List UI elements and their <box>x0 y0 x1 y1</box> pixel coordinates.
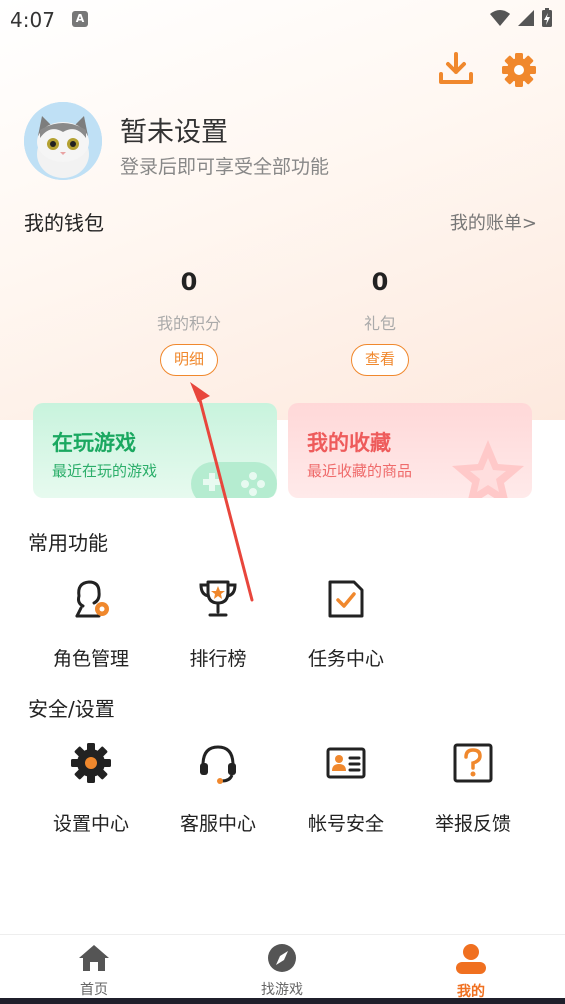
profile-name[interactable]: 暂未设置 <box>120 110 228 149</box>
home-icon <box>79 945 109 971</box>
customer-service-item[interactable]: 客服中心 <box>163 741 273 836</box>
id-card-icon <box>326 747 366 779</box>
role-manage-item[interactable]: 角色管理 <box>36 576 146 671</box>
nav-find-games[interactable]: 找游戏 <box>242 943 322 999</box>
playing-card-subtitle: 最近在玩的游戏 <box>52 462 158 480</box>
settings-center-label: 设置中心 <box>52 813 129 835</box>
customer-service-label: 客服中心 <box>179 813 256 835</box>
nav-home-label: 首页 <box>80 982 108 998</box>
nav-find-games-label: 找游戏 <box>261 982 303 998</box>
playing-card-title: 在玩游戏 <box>52 431 136 455</box>
question-icon <box>453 743 493 783</box>
gifts-view-button[interactable]: 查看 <box>351 344 409 376</box>
task-center-item[interactable]: 任务中心 <box>291 576 401 671</box>
compass-icon <box>268 944 296 972</box>
gifts-value: 0 <box>371 268 389 296</box>
profile-subtitle: 登录后即可享受全部功能 <box>120 156 330 178</box>
gifts-label: 礼包 <box>363 314 396 333</box>
favorites-card[interactable]: 我的收藏 最近收藏的商品 <box>288 403 532 498</box>
notification-a-icon: A <box>72 11 88 27</box>
account-security-item[interactable]: 帐号安全 <box>291 741 401 836</box>
common-functions-title: 常用功能 <box>28 531 108 555</box>
account-security-label: 帐号安全 <box>307 813 384 835</box>
nav-home[interactable]: 首页 <box>54 943 134 999</box>
favorites-card-title: 我的收藏 <box>307 431 391 455</box>
signal-icon <box>518 10 534 26</box>
star-icon <box>452 440 524 498</box>
avatar[interactable] <box>24 102 102 180</box>
gear-icon <box>502 53 536 87</box>
wifi-icon <box>490 10 510 26</box>
headset-icon <box>200 745 236 784</box>
report-feedback-item[interactable]: 举报反馈 <box>418 741 528 836</box>
leaderboard-label: 排行榜 <box>189 648 247 670</box>
status-time: 4:07 <box>10 8 55 32</box>
role-manage-label: 角色管理 <box>52 648 129 670</box>
task-icon <box>328 580 364 618</box>
battery-icon <box>542 8 552 27</box>
settings-center-item[interactable]: 设置中心 <box>36 741 146 836</box>
user-icon <box>456 944 486 974</box>
settings-button[interactable] <box>499 50 539 90</box>
nav-mine[interactable]: 我的 <box>431 943 511 1001</box>
bill-link[interactable]: 我的账单> <box>450 209 537 235</box>
task-center-label: 任务中心 <box>307 648 384 670</box>
points-label: 我的积分 <box>156 314 221 333</box>
favorites-card-subtitle: 最近收藏的商品 <box>307 462 413 480</box>
status-icons <box>489 8 553 28</box>
report-feedback-label: 举报反馈 <box>434 813 511 835</box>
cat-avatar-image <box>24 102 102 180</box>
points-value: 0 <box>180 268 198 296</box>
annotation-arrow <box>190 382 254 602</box>
download-button[interactable] <box>436 50 476 90</box>
bottom-nav: 首页 找游戏 我的 <box>0 934 565 1004</box>
gear-icon <box>71 743 111 783</box>
wallet-title: 我的钱包 <box>24 211 104 235</box>
system-home-bar <box>0 998 565 1004</box>
download-icon <box>439 52 473 84</box>
security-title: 安全/设置 <box>28 697 115 721</box>
role-manage-icon <box>75 580 109 618</box>
